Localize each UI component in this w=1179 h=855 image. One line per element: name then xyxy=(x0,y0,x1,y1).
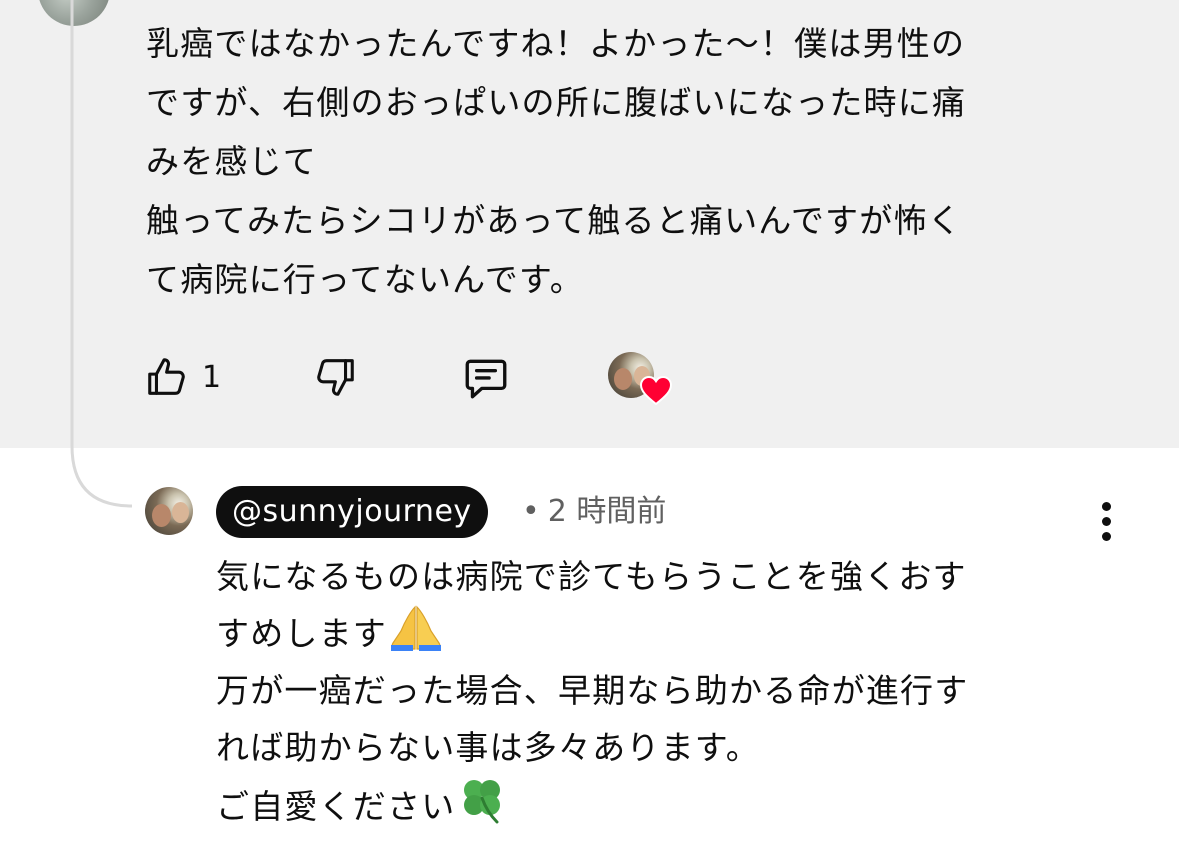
like-count: 1 xyxy=(202,359,222,395)
timestamp[interactable]: 2 時間前 xyxy=(548,494,667,529)
reply-text-segment: すめします xyxy=(216,614,387,653)
reply-text-line: 気になるものは病院で診てもらうことを強くおす xyxy=(216,557,967,596)
thumbs-up-icon xyxy=(148,358,185,395)
comment-icon xyxy=(465,359,507,399)
four-leaf-clover-icon xyxy=(464,780,501,824)
meta-separator: • xyxy=(522,494,540,529)
comment-thread: 乳癌ではなかったんですね！よかった〜！僕は男性の ですが、右側のおっぱいの所に腹… xyxy=(0,0,1179,855)
reply-text-line: ご自愛ください xyxy=(216,776,1146,835)
folded-hands-icon xyxy=(391,605,441,651)
author-name-chip[interactable]: @sunnyjourney xyxy=(216,486,488,538)
comment-text-line: ですが、右側のおっぱいの所に腹ばいになった時に痛 xyxy=(146,83,967,122)
reply-text: 気になるものは病院で診てもらうことを強くおす すめします 万が一癌だった場合、早… xyxy=(216,548,1146,835)
reply-meta: • 2 時間前 xyxy=(516,490,666,534)
reply-button[interactable] xyxy=(460,354,512,404)
reply-text-segment: ご自愛ください xyxy=(216,787,456,826)
comment-text-line: 乳癌ではなかったんですね！よかった〜！僕は男性の xyxy=(146,24,966,63)
reply-text-line: れば助からない事は多々あります。 xyxy=(216,728,760,767)
reply-author-avatar[interactable] xyxy=(145,487,193,535)
heart-icon xyxy=(640,376,672,406)
reply-text-line: 万が一癌だった場合、早期なら助かる命が進行す xyxy=(216,671,969,710)
more-vertical-icon[interactable] xyxy=(1097,502,1117,542)
commenter-avatar[interactable] xyxy=(38,0,110,26)
dislike-button[interactable] xyxy=(312,354,358,400)
highlighted-comment: 乳癌ではなかったんですね！よかった〜！僕は男性の ですが、右側のおっぱいの所に腹… xyxy=(0,0,1179,448)
reply-text-line: すめします xyxy=(216,605,1146,662)
more-vertical-icon[interactable] xyxy=(1098,0,1118,12)
like-button[interactable]: 1 xyxy=(144,354,221,400)
comment-text-line: 触ってみたらシコリがあって触ると痛いんですが怖く xyxy=(146,201,962,240)
comment-text-line: て病院に行ってないんです。 xyxy=(146,260,584,299)
thumbs-down-icon xyxy=(317,359,354,396)
creator-heart xyxy=(608,350,672,410)
comment-text: 乳癌ではなかったんですね！よかった〜！僕は男性の ですが、右側のおっぱいの所に腹… xyxy=(146,14,1136,309)
comment-actions: 1 xyxy=(0,350,800,410)
comment-text-line: みを感じて xyxy=(146,142,317,181)
